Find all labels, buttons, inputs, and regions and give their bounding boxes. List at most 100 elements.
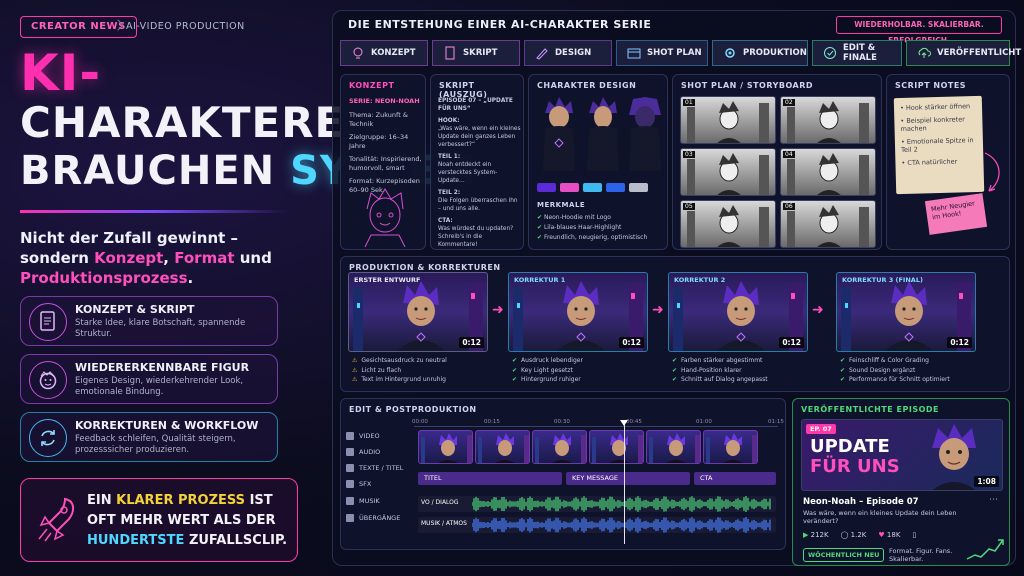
lead-sondern: sondern xyxy=(20,249,89,267)
step-produktion[interactable]: PRODUKTION xyxy=(712,40,808,66)
storyboard-frame[interactable]: 02 xyxy=(780,96,876,144)
document-icon xyxy=(443,46,457,60)
note-paper: • Hook stärker öffnen • Beispiel konkret… xyxy=(893,95,985,195)
step-edit-finale[interactable]: EDIT & FINALE xyxy=(812,40,902,66)
quote-ein: EIN xyxy=(87,493,112,508)
quote-end: ZUFALLSCLIP. xyxy=(188,533,288,548)
likes-stat[interactable]: ♥ 18K xyxy=(878,531,900,539)
episode-box: VERÖFFENTLICHTE EPISODE EP. 07 UPDATE FÜ… xyxy=(792,398,1010,566)
clip-key-message[interactable]: KEY MESSAGE xyxy=(566,472,690,485)
track-label: ÜBERGÄNGE xyxy=(346,514,400,522)
step-konzept[interactable]: KONZEPT xyxy=(340,40,428,66)
check-icon: ✔ xyxy=(512,357,518,364)
vo-track[interactable]: VO / DIALOG xyxy=(418,496,776,512)
stage-note-text: Feinschliff & Color Grading xyxy=(849,357,929,364)
gear-icon xyxy=(723,46,737,60)
music-track[interactable]: MUSIK / ATMOS xyxy=(418,517,776,533)
track-label: MUSIK xyxy=(346,497,380,505)
feature-title: KORREKTUREN & WORKFLOW xyxy=(75,419,259,432)
episode-thumbnail[interactable]: EP. 07 UPDATE FÜR UNS 1:08 xyxy=(801,419,1003,491)
stage-note: ✔ Hand-Position klarer xyxy=(672,366,822,376)
feature-title: WIEDERERKENNBARE FIGUR xyxy=(75,361,250,374)
playhead[interactable] xyxy=(624,424,625,544)
swatch xyxy=(629,183,648,192)
notes-heading: SCRIPT NOTES xyxy=(895,81,967,90)
bookmark-icon[interactable]: ▯ xyxy=(912,531,916,539)
warning-icon: ⚠ xyxy=(352,376,358,383)
stage-frame[interactable]: 0:12 xyxy=(668,272,808,352)
note-item: CTA natürlicher xyxy=(907,157,958,167)
clip-thumbnail xyxy=(706,433,757,463)
konzept-item: Thema: Zukunft & Technik xyxy=(349,111,408,128)
comments-stat[interactable]: ◯ 1.2K xyxy=(841,531,867,539)
stage-note-text: Text im Hintergrund unruhig xyxy=(361,376,446,383)
clip-thumbnail xyxy=(592,433,643,463)
episode-desc: Was wäre, wenn ein kleines Update dein L… xyxy=(803,509,957,525)
step-veroeffentlicht[interactable]: VERÖFFENTLICHT xyxy=(906,40,1021,66)
check-icon: ✔ xyxy=(840,357,846,364)
playhead-handle[interactable] xyxy=(620,420,628,426)
music-icon xyxy=(346,497,354,505)
track-label: SFX xyxy=(346,480,371,488)
wave-label: MUSIK / ATMOS xyxy=(421,520,467,527)
quote-klarer-prozess: KLARER PROZESS xyxy=(116,493,246,508)
video-clip[interactable] xyxy=(475,430,530,464)
more-icon[interactable]: ⋯ xyxy=(989,495,998,505)
time-tick: 00:30 xyxy=(554,419,570,425)
stage-frame[interactable]: 0:12 xyxy=(348,272,488,352)
time-tick: 01:15 xyxy=(768,419,784,425)
note-item: Beispiel konkreter machen xyxy=(900,115,965,133)
stage-note: ✔ Farben stärker abgestimmt xyxy=(672,356,822,366)
arrow-right-icon: ➜ xyxy=(492,302,504,318)
video-clip[interactable] xyxy=(418,430,473,464)
episode-title: Neon-Noah – Episode 07 xyxy=(803,497,919,507)
step-label: KONZEPT xyxy=(371,48,416,58)
transition-icon xyxy=(346,514,354,522)
clip-cta[interactable]: CTA xyxy=(694,472,776,485)
storyboard-sketch xyxy=(687,205,769,247)
panel-title: DIE ENTSTEHUNG EINER AI-CHARAKTER SERIE xyxy=(348,18,652,31)
stage-frame[interactable]: 0:12 xyxy=(836,272,976,352)
storyboard-sketch xyxy=(787,205,869,247)
video-clip[interactable] xyxy=(589,430,644,464)
produktion-heading: PRODUKTION & KORREKTUREN xyxy=(349,263,501,272)
title-line-2: CHARAKTERE xyxy=(20,98,345,147)
storyboard-sketch xyxy=(787,153,869,195)
growth-chart-icon xyxy=(966,539,1004,560)
stage-note: ✔ Performance für Schnitt optimiert xyxy=(840,375,990,385)
storyboard-sketch xyxy=(687,101,769,143)
merkmal: Lila-blaues Haar-Highlight xyxy=(543,224,622,231)
episode-heading: VERÖFFENTLICHTE EPISODE xyxy=(801,405,939,414)
stage-notes: ✔ Farben stärker abgestimmt ✔ Hand-Position… xyxy=(672,356,822,385)
clip-titel[interactable]: TITEL xyxy=(418,472,562,485)
check-icon: ✔ xyxy=(672,357,678,364)
video-clip[interactable] xyxy=(646,430,701,464)
video-clip[interactable] xyxy=(703,430,758,464)
stage-note: ✔ Schnitt auf Dialog angepasst xyxy=(672,375,822,385)
storyboard-frame[interactable]: 05 xyxy=(680,200,776,248)
step-design[interactable]: DESIGN xyxy=(524,40,612,66)
swatch xyxy=(606,183,625,192)
stage-note: ✔ Hintergrund ruhiger xyxy=(512,375,662,385)
stage-frame[interactable]: 0:12 xyxy=(508,272,648,352)
skript-teil2: Die Folgen überraschen ihn – und uns all… xyxy=(438,198,518,212)
storyboard-frame[interactable]: 06 xyxy=(780,200,876,248)
clip-thumbnail xyxy=(421,433,472,463)
step-shot-plan[interactable]: SHOT PLAN xyxy=(616,40,708,66)
time-tick: 01:00 xyxy=(696,419,712,425)
storyboard-icon xyxy=(627,46,641,60)
lead-line-1: Nicht der Zufall gewinnt – xyxy=(20,229,239,247)
storyboard-frame[interactable]: 03 xyxy=(680,148,776,196)
tag-subtitle: AI-VIDEO PRODUCTION xyxy=(126,21,245,32)
clip-thumbnail xyxy=(535,433,586,463)
feature-title: KONZEPT & SKRIPT xyxy=(75,303,195,316)
stage-notes: ✔ Ausdruck lebendiger ✔ Key Light gesetzt ✔ H… xyxy=(512,356,662,385)
video-clip[interactable] xyxy=(532,430,587,464)
track-name: ÜBERGÄNGE xyxy=(359,514,401,522)
storyboard-frame[interactable]: 01 xyxy=(680,96,776,144)
storyboard-frame[interactable]: 04 xyxy=(780,148,876,196)
step-skript[interactable]: SKRIPT xyxy=(432,40,520,66)
panel-badge: WIEDERHOLBAR. SKALIERBAR. ERFOLGREICH. xyxy=(836,16,1002,45)
note-item: Hook stärker öffnen xyxy=(905,102,971,112)
stage-note-text: Gesichtsausdruck zu neutral xyxy=(361,357,447,364)
